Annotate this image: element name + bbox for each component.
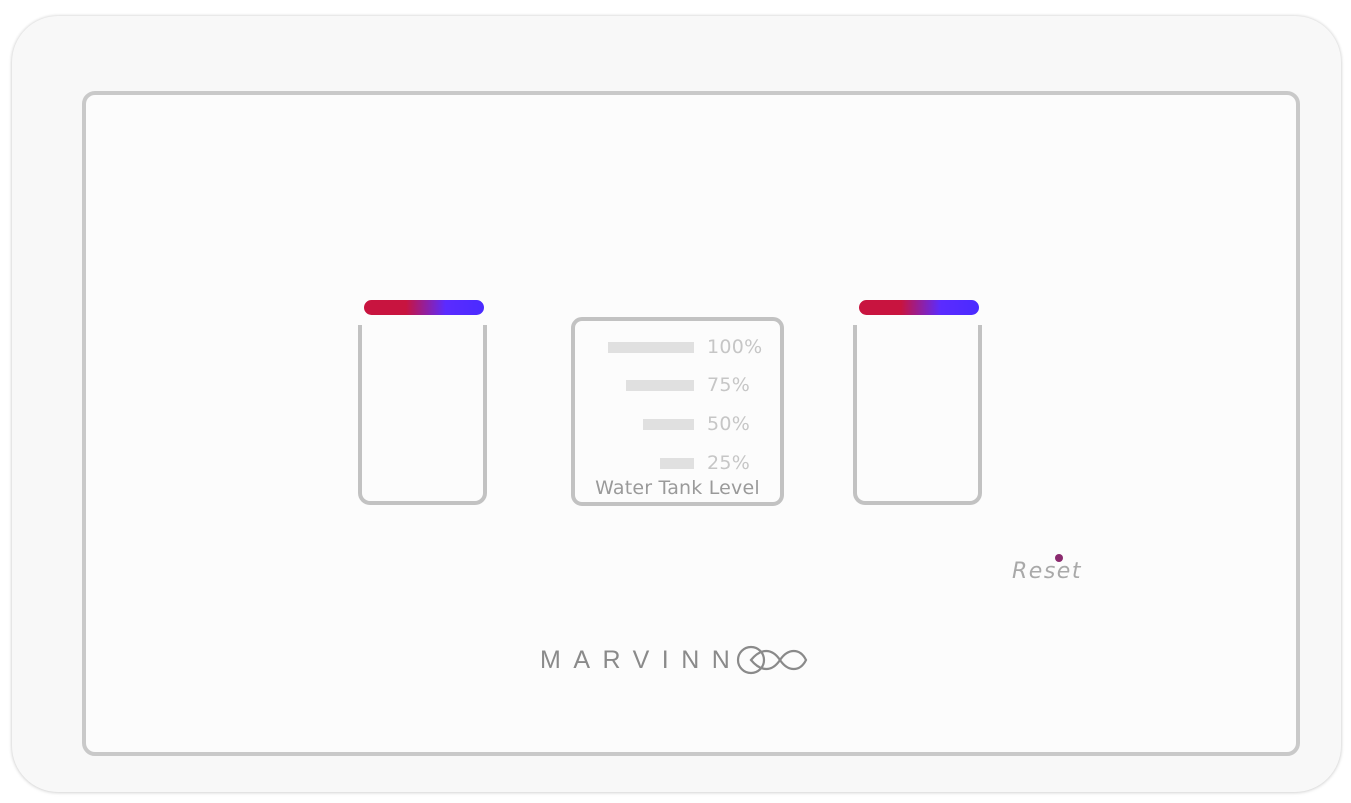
tank-level-50-label: 50% — [707, 413, 751, 435]
brand-name: MARVINN — [540, 645, 743, 674]
switch-left-touch-area[interactable] — [358, 325, 487, 505]
infinity-loop-icon — [737, 645, 808, 675]
switch-right-touch-area[interactable] — [853, 325, 982, 505]
tank-level-100-bar — [608, 342, 694, 353]
water-tank-title: Water Tank Level — [595, 477, 760, 499]
tank-level-75-bar — [626, 380, 694, 391]
switch-right-led-indicator — [859, 300, 979, 315]
tank-level-100-label: 100% — [707, 336, 763, 358]
tank-level-25-bar — [660, 458, 694, 469]
reset-button[interactable]: Reset — [1012, 559, 1082, 584]
brand-logo: MARVINN — [540, 642, 816, 678]
tank-level-75-label: 75% — [707, 374, 751, 396]
tank-level-25-label: 25% — [707, 452, 751, 474]
tank-level-50-bar — [643, 419, 694, 430]
water-tank-level-indicator: 100% 75% 50% 25% Water Tank Level — [571, 317, 784, 506]
switch-left-led-indicator — [364, 300, 484, 315]
